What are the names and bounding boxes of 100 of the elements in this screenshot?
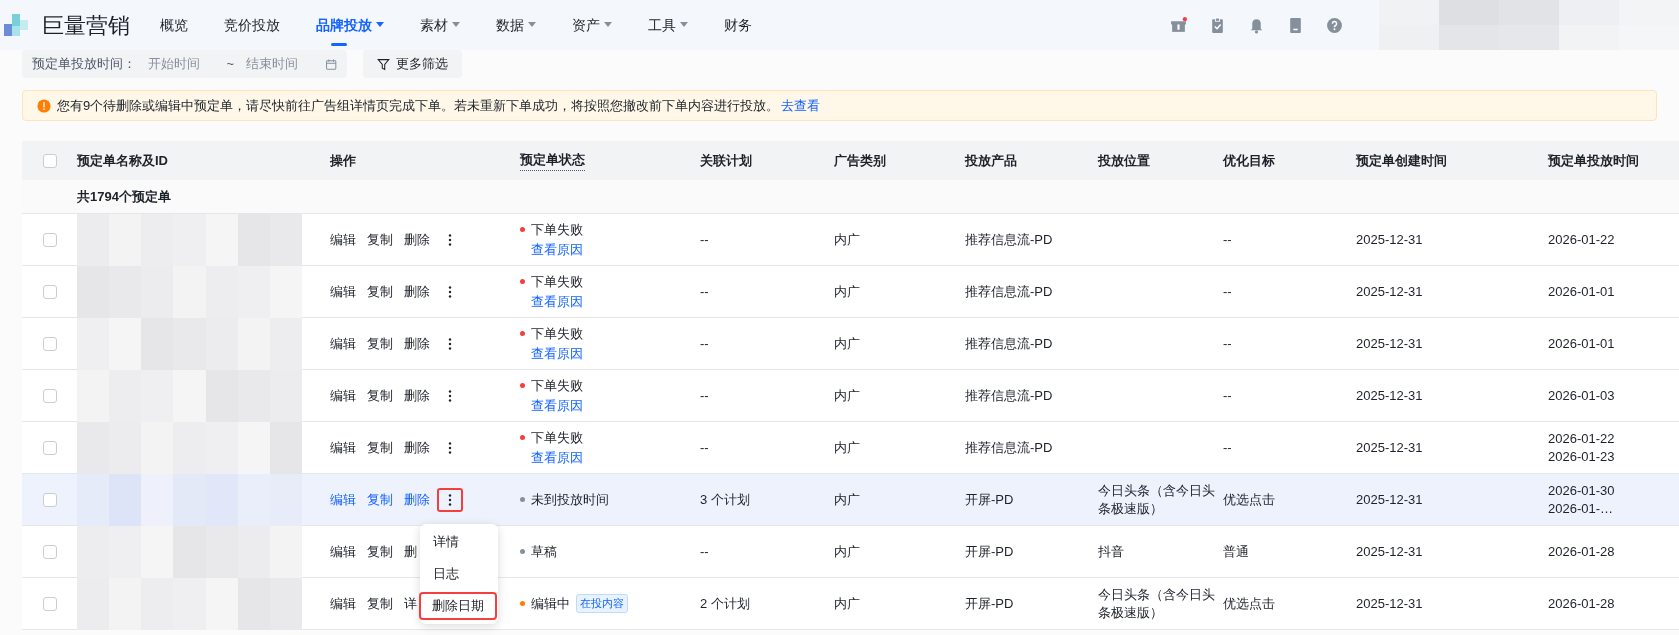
action-link[interactable]: 复制 — [367, 437, 393, 458]
status-tag: 在投内容 — [576, 594, 628, 613]
action-link[interactable]: 编辑 — [330, 281, 356, 302]
start-date-placeholder: 开始时间 — [148, 55, 201, 74]
notice-link[interactable]: 去查看 — [781, 97, 821, 113]
table-row[interactable]: 编辑 复制 删除 下单失败 查看原因 -- 内广 推荐信息流-PD -- 2025-12-31 2026-01-01 — [22, 266, 1679, 318]
more-icon — [448, 285, 452, 298]
checkbox[interactable] — [42, 232, 57, 247]
checkbox[interactable] — [42, 440, 57, 455]
nav-tab[interactable]: 工具 — [648, 0, 688, 50]
table-cell-text: -- — [700, 542, 709, 561]
reason-link[interactable]: 查看原因 — [531, 292, 700, 312]
table-cell-text: 内广 — [834, 438, 860, 457]
action-link[interactable]: 删除 — [404, 333, 430, 354]
column-header: 预定单投放时间 — [1548, 151, 1639, 170]
action-link[interactable]: 删除 — [404, 385, 430, 406]
action-link[interactable]: 删除 — [404, 437, 430, 458]
table-cell-text: 开屏-PD — [965, 594, 1014, 613]
nav-tab[interactable]: 竞价投放 — [224, 0, 280, 50]
menu-item[interactable]: 详情 — [420, 528, 472, 556]
table-row[interactable]: 编辑 复制 删除 下单失败 查看原因 -- 内广 推荐信息流-PD -- 2025-12-31 2026-01-22 2026-01-23 — [22, 422, 1679, 474]
table-cell-text: 2025-12-31 — [1356, 334, 1423, 353]
reason-link[interactable]: 查看原因 — [531, 240, 700, 260]
notice-text: 您有9个待删除或编辑中预定单，请尽快前往广告组详情页完成下单。若未重新下单成功，将按照您撤改前下单内容进行投放。去查看 — [57, 96, 821, 115]
action-link[interactable]: 删除 — [404, 229, 430, 250]
column-header: 广告类别 — [834, 151, 886, 170]
menu-item[interactable]: 删除日期 — [419, 592, 497, 620]
action-link[interactable]: 编辑 — [330, 437, 356, 458]
more-icon — [448, 233, 452, 246]
date-range-field[interactable]: 预定单投放时间： 开始时间 ~ 结束时间 — [22, 50, 347, 78]
more-button[interactable] — [437, 487, 463, 512]
action-link[interactable]: 编辑 — [330, 333, 356, 354]
action-link[interactable]: 复制 — [367, 281, 393, 302]
action-link[interactable]: 删除 — [404, 281, 430, 302]
table-cell-text: 普通 — [1223, 542, 1249, 561]
table-cell-text: 今日头条（含今日头条极速版） — [1098, 585, 1216, 622]
column-header: 投放产品 — [965, 151, 1017, 170]
checkbox[interactable] — [42, 284, 57, 299]
brand-name: 巨量营销 — [42, 11, 130, 40]
nav-tab[interactable]: 资产 — [572, 0, 612, 50]
action-link[interactable]: 复制 — [367, 229, 393, 250]
reason-link[interactable]: 查看原因 — [531, 448, 700, 468]
checkbox[interactable] — [42, 153, 57, 168]
action-link[interactable]: 复制 — [367, 541, 393, 562]
nav-tab[interactable]: 财务 — [724, 0, 752, 50]
table-cell-text: 2026-01-22 — [1548, 230, 1616, 249]
checkbox[interactable] — [42, 336, 57, 351]
table-cell-text: 推荐信息流-PD — [965, 282, 1053, 301]
action-link[interactable]: 删 — [404, 541, 417, 562]
more-icon — [448, 441, 452, 454]
table-cell-text: 2025-12-31 — [1356, 230, 1423, 249]
status-text: 编辑中 — [531, 594, 570, 613]
table-row[interactable]: 编辑 复制 删除 下单失败 查看原因 -- 内广 推荐信息流-PD -- 2025-12-31 2026-01-01 — [22, 318, 1679, 370]
nav-tab[interactable]: 品牌投放 — [316, 0, 384, 50]
status-text: 下单失败 — [531, 272, 583, 291]
clipboard-check-icon[interactable] — [1209, 16, 1226, 34]
table-row[interactable]: 编辑 复制 删除 下单失败 查看原因 -- 内广 推荐信息流-PD -- 2025-12-31 2026-01-22 — [22, 214, 1679, 266]
checkbox[interactable] — [42, 544, 57, 559]
gift-icon[interactable] — [1170, 16, 1187, 34]
column-header: 预定单创建时间 — [1356, 151, 1447, 170]
action-link[interactable]: 编辑 — [330, 593, 356, 614]
checkbox[interactable] — [42, 492, 57, 507]
column-header[interactable]: 预定单状态 — [520, 150, 585, 171]
table-cell-text: 今日头条（含今日头条极速版） — [1098, 481, 1216, 518]
bell-icon[interactable] — [1248, 16, 1265, 34]
column-header: 预定单名称及ID — [77, 151, 168, 170]
status-text: 下单失败 — [531, 220, 583, 239]
filter-icon — [377, 57, 390, 71]
action-link[interactable]: 编辑 — [330, 489, 356, 510]
action-link[interactable]: 复制 — [367, 593, 393, 614]
nav-tab[interactable]: 概览 — [160, 0, 188, 50]
checkbox[interactable] — [42, 388, 57, 403]
checkbox[interactable] — [42, 596, 57, 611]
reason-link[interactable]: 查看原因 — [531, 344, 700, 364]
table-row[interactable]: 编辑 复制 删除 下单失败 查看原因 -- 内广 推荐信息流-PD -- 2025-12-31 2026-01-03 — [22, 370, 1679, 422]
action-link[interactable]: 复制 — [367, 385, 393, 406]
field-label: 预定单投放时间： — [32, 55, 136, 74]
action-link[interactable]: 复制 — [367, 489, 393, 510]
table-cell-text: -- — [700, 438, 709, 457]
status-text: 草稿 — [531, 542, 557, 561]
table-cell-text: 优选点击 — [1223, 594, 1275, 613]
action-link[interactable]: 编辑 — [330, 541, 356, 562]
table-cell-text: 2026-01-01 — [1548, 282, 1616, 301]
table-cell-text: 内广 — [834, 386, 860, 405]
action-link[interactable]: 复制 — [367, 333, 393, 354]
phone-icon[interactable] — [1287, 16, 1304, 34]
nav-tab[interactable]: 数据 — [496, 0, 536, 50]
nav-tab[interactable]: 素材 — [420, 0, 460, 50]
action-link[interactable]: 编辑 — [330, 229, 356, 250]
action-link[interactable]: 编辑 — [330, 385, 356, 406]
action-link[interactable]: 删除 — [404, 489, 430, 510]
help-icon[interactable] — [1326, 16, 1343, 34]
table-cell-text: 推荐信息流-PD — [965, 230, 1053, 249]
more-filters-button[interactable]: 更多筛选 — [363, 50, 462, 78]
table-cell-text: 2025-12-31 — [1356, 594, 1423, 613]
action-link[interactable]: 详 — [404, 593, 417, 614]
column-header: 操作 — [330, 151, 356, 170]
table-cell-text: -- — [700, 282, 709, 301]
table-cell-text: 2026-01-28 — [1548, 594, 1616, 613]
reason-link[interactable]: 查看原因 — [531, 396, 700, 416]
